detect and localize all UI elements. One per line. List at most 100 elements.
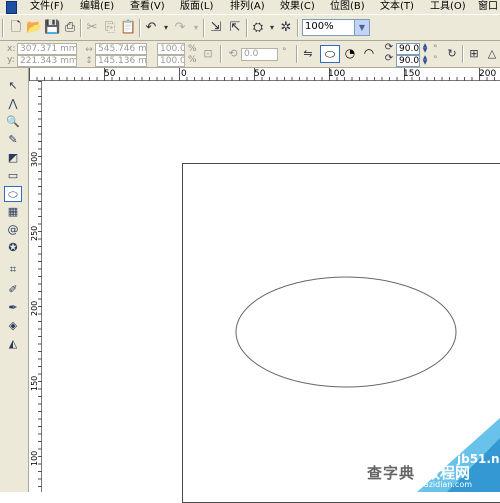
export-icon[interactable]: ⇱ (227, 20, 243, 36)
zoom-tool-icon[interactable]: 🔍 (4, 114, 22, 130)
ellipse-tool-icon[interactable]: ⬭ (4, 186, 22, 202)
menu-bar: 文件(F) 编辑(E) 查看(V) 版面(L) 排列(A) 效果(C) 位图(B… (0, 0, 500, 14)
v-ruler-label: 250 (30, 226, 39, 241)
import-icon[interactable]: ⇲ (208, 20, 224, 36)
text-tool-icon[interactable]: ⌗ (4, 262, 22, 278)
ellipse-shape[interactable] (234, 276, 458, 390)
wrap-text-icon[interactable]: ⊞ (466, 46, 482, 62)
h-ruler-label: 200 (479, 69, 496, 79)
start-angle-field[interactable]: 90.0 (396, 43, 420, 55)
outline-tool-icon[interactable]: ✒ (4, 300, 22, 316)
scale-y-unit: % (188, 55, 197, 65)
menu-edit[interactable]: 编辑(E) (80, 0, 114, 14)
direction-icon[interactable]: ↻ (444, 46, 460, 62)
zoom-value: 100% (305, 21, 334, 32)
end-angle-field[interactable]: 90.0 (396, 55, 420, 67)
width-field[interactable]: 545.746 mm (95, 43, 147, 55)
lock-ratio-icon[interactable]: ⊡ (200, 46, 216, 62)
paste-icon[interactable]: 📋 (120, 20, 136, 36)
separator (139, 19, 141, 37)
h-ruler-label: 150 (403, 69, 420, 79)
freehand-tool-icon[interactable]: ✎ (4, 132, 22, 148)
rotation-angle-field[interactable]: 0.0 (241, 48, 278, 61)
save-icon[interactable]: 💾 (44, 20, 60, 36)
basic-shapes-tool-icon[interactable]: ✪ (4, 240, 22, 256)
fill-tool-icon[interactable]: ◈ (4, 318, 22, 334)
rectangle-tool-icon[interactable]: ▭ (4, 168, 22, 184)
cut-icon[interactable]: ✂ (84, 20, 100, 36)
rotation-unit: ° (282, 47, 287, 57)
menu-text[interactable]: 文本(T) (380, 0, 414, 14)
property-bar: x: y: 307.371 mm 221.343 mm ↔ ↕ 545.746 … (0, 41, 500, 68)
menu-window[interactable]: 窗口 (478, 0, 498, 14)
menu-file[interactable]: 文件(F) (30, 0, 64, 14)
horizontal-ruler[interactable]: 50 0 50 100 150 200 (29, 68, 500, 81)
zoom-level-select[interactable]: 100% ▼ (302, 19, 370, 36)
toolbar-grip (2, 19, 4, 37)
copy-icon[interactable]: ⎘ (102, 20, 118, 36)
pick-tool-icon[interactable]: ↖ (4, 78, 22, 94)
end-angle-spinner[interactable]: ▲ ▼ (421, 55, 429, 66)
separator (297, 19, 299, 37)
app-icon[interactable] (6, 1, 17, 14)
end-angle-unit: ° (433, 55, 438, 65)
new-document-icon[interactable]: 🗋 (8, 20, 24, 36)
height-field[interactable]: 145.136 mm (95, 55, 147, 67)
pie-button[interactable]: ◔ (340, 45, 360, 63)
interactive-fill-tool-icon[interactable]: ◭ (4, 336, 22, 352)
menu-view[interactable]: 查看(V) (130, 0, 165, 14)
redo-dropdown-icon[interactable]: ▾ (188, 20, 204, 36)
menu-bitmaps[interactable]: 位图(B) (330, 0, 365, 14)
standard-toolbar: 🗋 📂 💾 ⎙ ✂ ⎘ 📋 ↶ ▾ ↷ ▾ ⇲ ⇱ ⛭ ▾ ✲ 100% ▼ (0, 14, 500, 41)
h-ruler-label: 50 (254, 69, 266, 79)
chevron-down-icon[interactable]: ▼ (354, 20, 369, 35)
h-ruler-label: 0 (181, 69, 187, 79)
vertical-ruler-ticks: 300 250 200 150 100 (30, 81, 42, 487)
rotation-icon: ⟲ (228, 47, 238, 60)
v-ruler-label: 150 (30, 376, 39, 391)
shape-tool-icon[interactable]: ⋀ (4, 96, 22, 112)
toolbox: ↖ ⋀ 🔍 ✎ ◩ ▭ ⬭ ▦ @ ✪ ⌗ ✐ ✒ ◈ ◭ (0, 68, 29, 492)
horizontal-ruler-ticks: 50 0 50 100 150 200 (29, 68, 496, 81)
open-icon[interactable]: 📂 (26, 20, 42, 36)
h-ruler-label: 100 (328, 69, 345, 79)
mirror-icon[interactable]: ⇋ (300, 46, 316, 62)
scale-x-field[interactable]: 100.0 (157, 43, 185, 55)
y-label: y: (7, 55, 15, 65)
x-label: x: (7, 44, 16, 54)
outline-width-icon[interactable]: △ (484, 46, 500, 62)
x-position-field[interactable]: 307.371 mm (17, 43, 77, 55)
v-ruler-label: 100 (30, 451, 39, 466)
corel-online-icon[interactable]: ✲ (278, 20, 294, 36)
v-ruler-label: 200 (30, 301, 39, 316)
arc-button[interactable]: ◠ (359, 45, 379, 63)
start-angle-spinner[interactable]: ▲ ▼ (421, 43, 429, 54)
separator (80, 19, 82, 37)
spiral-tool-icon[interactable]: @ (4, 222, 22, 238)
print-icon[interactable]: ⎙ (62, 20, 78, 36)
start-angle-unit: ° (433, 44, 438, 54)
watermark-url: jiaocheng.chazidian.com (373, 480, 473, 489)
undo-icon[interactable]: ↶ (143, 20, 159, 36)
menu-arrange[interactable]: 排列(A) (230, 0, 265, 14)
eyedropper-tool-icon[interactable]: ✐ (4, 282, 22, 298)
v-ruler-label: 300 (30, 152, 39, 167)
end-angle-icon: ⟳ (384, 53, 394, 64)
scale-y-field[interactable]: 100.0 (157, 55, 185, 67)
smart-fill-tool-icon[interactable]: ◩ (4, 150, 22, 166)
separator (462, 45, 464, 63)
redo-icon[interactable]: ↷ (172, 20, 188, 36)
watermark: jb51.net 查字典 教程网 jiaocheng.chazidian.com (357, 418, 500, 492)
separator (203, 19, 205, 37)
separator (296, 45, 298, 63)
scale-x-unit: % (188, 44, 197, 54)
h-ruler-label: 50 (104, 69, 116, 79)
menu-effects[interactable]: 效果(C) (280, 0, 315, 14)
y-position-field[interactable]: 221.343 mm (17, 55, 77, 67)
menu-tools[interactable]: 工具(O) (430, 0, 466, 14)
polygon-tool-icon[interactable]: ▦ (4, 204, 22, 220)
vertical-ruler[interactable]: 300 250 200 150 100 (29, 81, 42, 492)
separator (246, 19, 248, 37)
menu-layout[interactable]: 版面(L) (180, 0, 213, 14)
ellipse-button[interactable]: ⬭ (320, 45, 340, 63)
